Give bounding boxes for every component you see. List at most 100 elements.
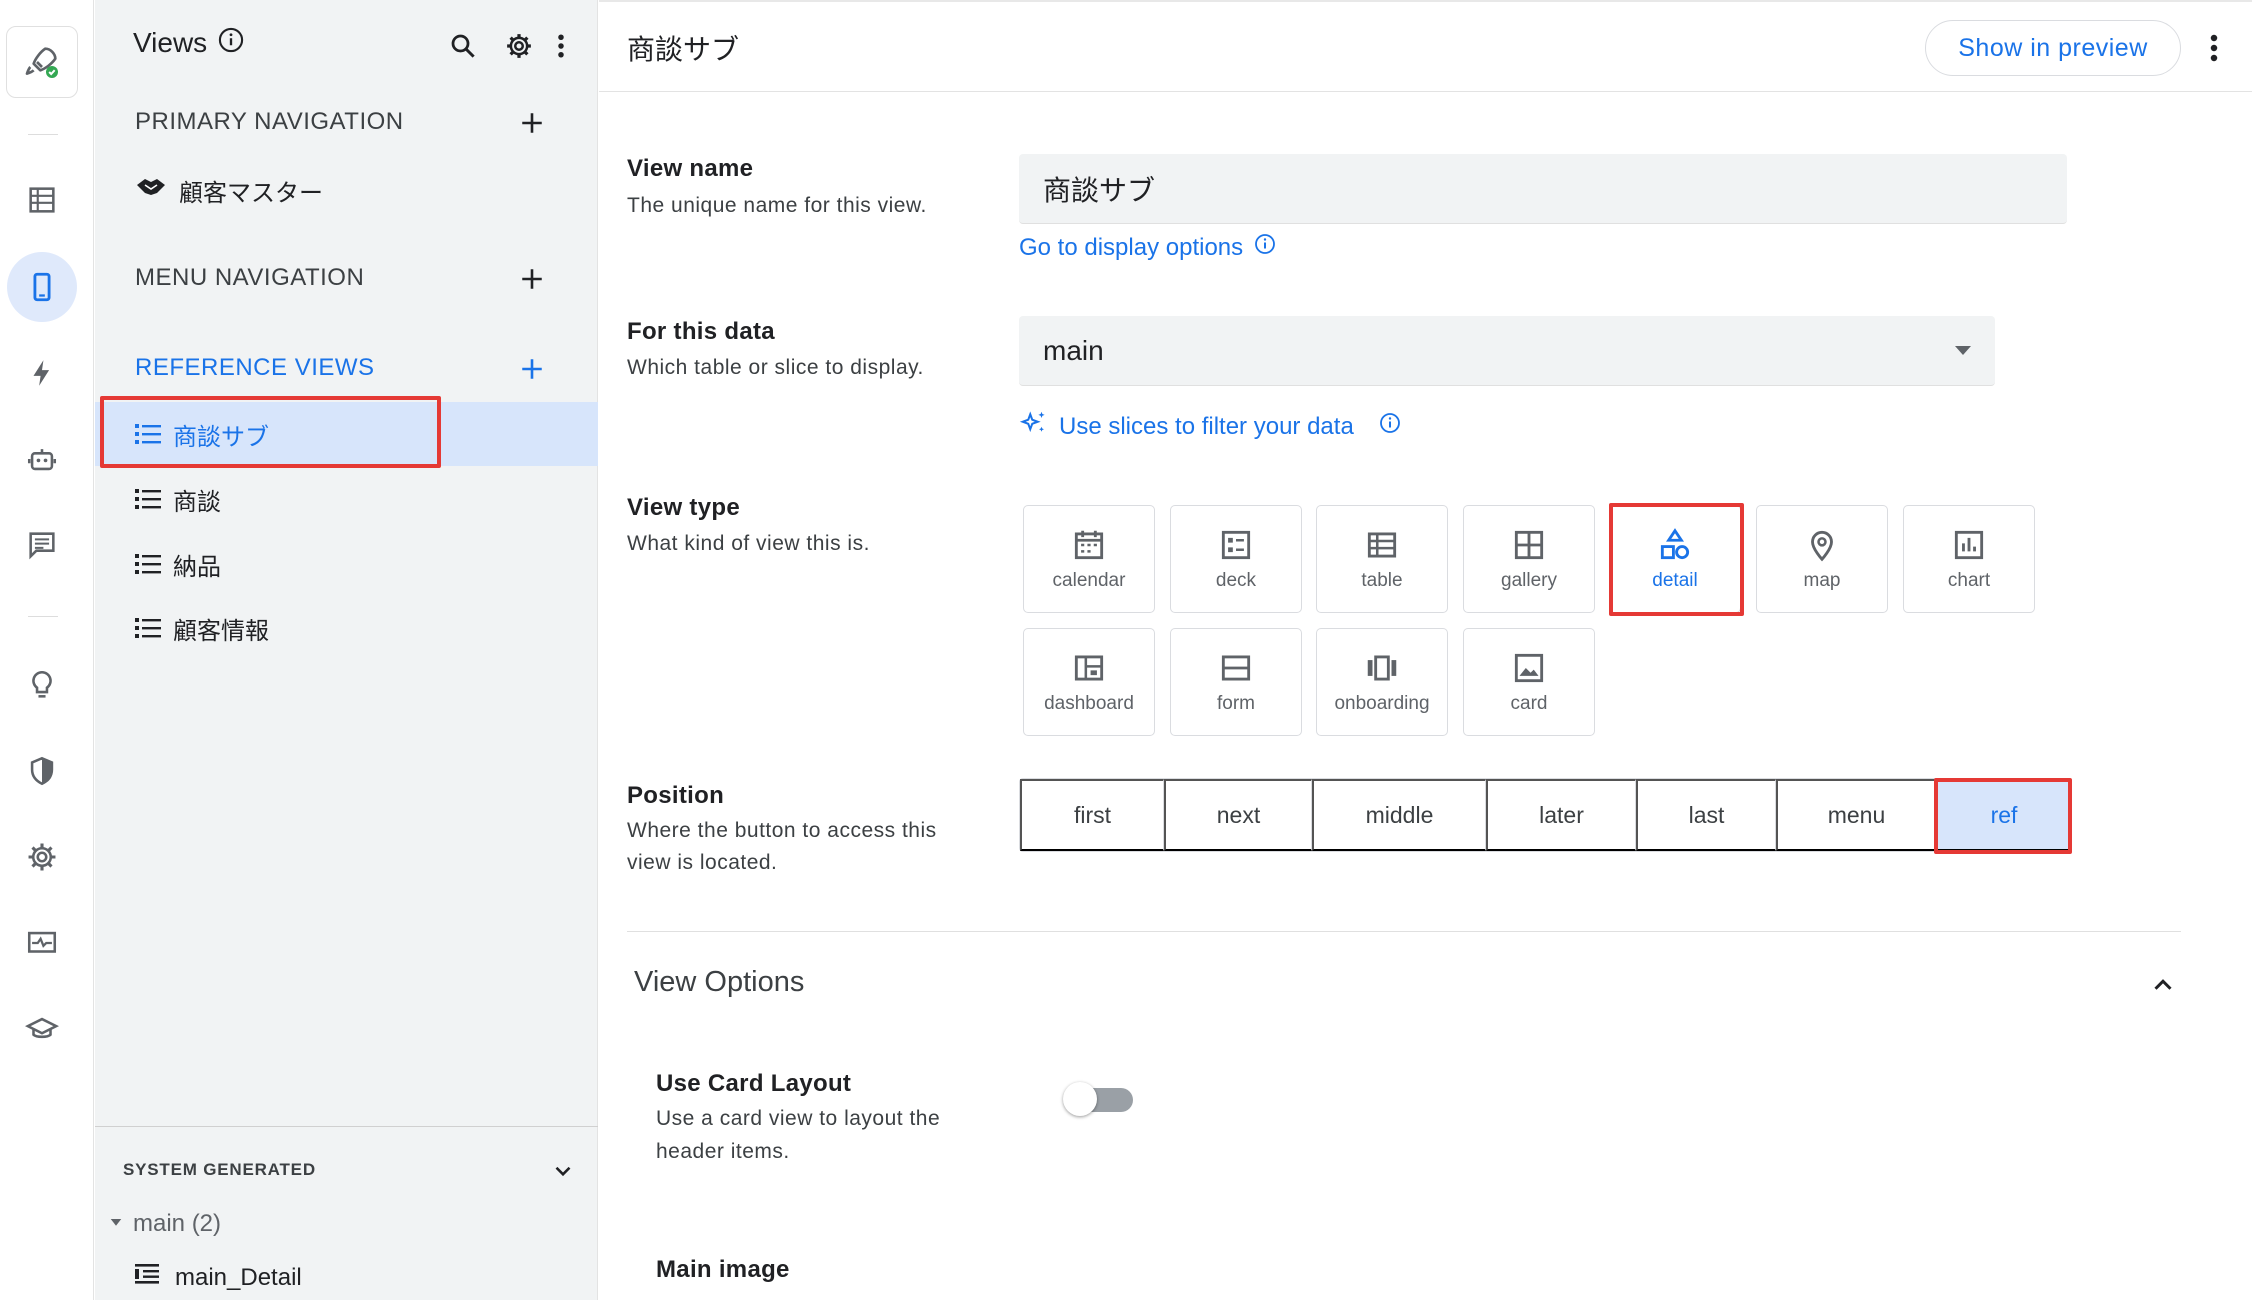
nav-item-label: 商談 [173, 488, 221, 516]
info-icon[interactable] [1378, 411, 1402, 442]
page-title: 商談サブ [627, 34, 740, 65]
for-this-data-label: For this data [627, 318, 775, 345]
position-last-button[interactable]: last [1636, 779, 1776, 851]
bar-chart-icon [1954, 530, 1984, 560]
system-view-label: main_Detail [175, 1263, 302, 1291]
nav-item-customer-master[interactable]: 顧客マスター [95, 158, 598, 222]
position-menu-button[interactable]: menu [1776, 779, 1936, 851]
position-middle-button[interactable]: middle [1312, 779, 1486, 851]
card-layout-toggle[interactable] [1063, 1082, 1133, 1116]
position-description-line2: view is located. [627, 851, 778, 874]
link-label: Use slices to filter your data [1059, 412, 1354, 440]
calendar-icon [1074, 530, 1104, 560]
list-icon [135, 488, 161, 510]
view-type-label: map [1803, 570, 1841, 591]
view-type-label: chart [1947, 570, 1991, 591]
menu-navigation-heading: MENU NAVIGATION [135, 264, 365, 291]
views-panel: Views PRIMARY NAVIGATION 顧客マスター MENU NAV… [95, 0, 598, 1300]
view-type-chart[interactable]: chart [1903, 505, 2035, 613]
dropdown-arrow-icon [1955, 346, 1971, 355]
shield-icon[interactable] [7, 736, 77, 806]
divider [627, 931, 2181, 932]
app-logo-icon[interactable] [6, 26, 78, 98]
system-view-item[interactable]: main_Detail [135, 1263, 302, 1292]
add-primary-view-button[interactable] [515, 106, 549, 140]
data-source-value: main [1043, 334, 1104, 366]
rail-divider [28, 134, 58, 135]
gear-icon[interactable] [7, 822, 77, 892]
position-first-button[interactable]: first [1020, 779, 1164, 851]
search-icon[interactable] [445, 28, 481, 64]
position-later-button[interactable]: later [1486, 779, 1636, 851]
image-card-icon [1514, 653, 1544, 683]
detail-shapes-icon [1660, 528, 1690, 560]
view-type-label: onboarding [1334, 693, 1430, 714]
for-this-data-description: Which table or slice to display. [627, 356, 924, 379]
left-rail [0, 0, 94, 1300]
graduation-cap-icon[interactable] [7, 994, 77, 1064]
system-generated-heading: SYSTEM GENERATED [123, 1160, 316, 1179]
info-icon[interactable] [217, 26, 245, 59]
view-type-deck[interactable]: deck [1170, 505, 1302, 613]
system-group-label: main (2) [133, 1210, 222, 1237]
nav-item-reference-view[interactable]: 商談 [95, 467, 598, 531]
view-type-form[interactable]: form [1170, 628, 1302, 736]
view-type-label: gallery [1501, 570, 1557, 591]
gallery-icon [1514, 530, 1544, 560]
view-type-dashboard[interactable]: dashboard [1023, 628, 1155, 736]
view-type-card[interactable]: card [1463, 628, 1595, 736]
info-icon[interactable] [1253, 232, 1277, 263]
more-vert-icon[interactable] [2199, 28, 2229, 68]
position-next-button[interactable]: next [1164, 779, 1312, 851]
table-icon [1367, 532, 1397, 558]
form-icon [1221, 655, 1251, 681]
view-type-label: deck [1215, 570, 1257, 591]
robot-icon[interactable] [7, 424, 77, 494]
system-group-toggle[interactable]: main (2) [107, 1210, 221, 1238]
nav-item-label: 納品 [173, 553, 221, 581]
primary-navigation-heading: PRIMARY NAVIGATION [135, 108, 404, 135]
view-type-gallery[interactable]: gallery [1463, 505, 1595, 613]
sparkle-icon [1019, 408, 1049, 445]
chevron-up-icon[interactable] [2148, 970, 2178, 1000]
lightbulb-icon[interactable] [7, 650, 77, 720]
list-icon [135, 423, 161, 445]
nav-item-reference-view[interactable]: 商談サブ [95, 402, 598, 466]
list-icon [135, 553, 161, 575]
more-vert-icon[interactable] [543, 28, 579, 64]
nav-item-reference-view[interactable]: 顧客情報 [95, 596, 598, 660]
use-slices-link[interactable]: Use slices to filter your data [1019, 408, 1402, 445]
view-type-table[interactable]: table [1316, 505, 1448, 613]
view-type-description: What kind of view this is. [627, 532, 870, 555]
add-reference-view-button[interactable] [515, 352, 549, 386]
card-layout-description-line2: header items. [656, 1140, 790, 1163]
view-type-detail[interactable]: detail [1609, 505, 1741, 613]
panel-header: Views [133, 26, 245, 59]
go-to-display-options-link[interactable]: Go to display options [1019, 232, 1277, 263]
list-icon [135, 617, 161, 639]
view-options-title: View Options [634, 966, 805, 998]
data-table-icon[interactable] [7, 165, 77, 235]
chevron-down-icon[interactable] [550, 1158, 576, 1184]
main-header: 商談サブ Show in preview [599, 0, 2252, 92]
view-type-onboarding[interactable]: onboarding [1316, 628, 1448, 736]
view-type-label: form [1217, 693, 1255, 714]
mobile-view-icon[interactable] [7, 252, 77, 322]
show-in-preview-button[interactable]: Show in preview [1925, 20, 2181, 76]
add-menu-view-button[interactable] [515, 262, 549, 296]
caret-down-icon [107, 1210, 125, 1238]
view-type-calendar[interactable]: calendar [1023, 505, 1155, 613]
handshake-icon [135, 173, 167, 208]
position-ref-button[interactable]: ref [1936, 779, 2070, 851]
position-description-line1: Where the button to access this [627, 819, 937, 842]
chat-icon[interactable] [7, 510, 77, 580]
toggle-knob [1063, 1082, 1097, 1116]
bolt-icon[interactable] [7, 338, 77, 408]
view-type-map[interactable]: map [1756, 505, 1888, 613]
monitor-pulse-icon[interactable] [7, 908, 77, 978]
data-source-select[interactable]: main [1019, 316, 1995, 386]
view-name-input[interactable]: 商談サブ [1019, 154, 2067, 224]
gear-icon[interactable] [501, 28, 537, 64]
view-type-label: View type [627, 494, 740, 521]
nav-item-reference-view[interactable]: 納品 [95, 532, 598, 596]
